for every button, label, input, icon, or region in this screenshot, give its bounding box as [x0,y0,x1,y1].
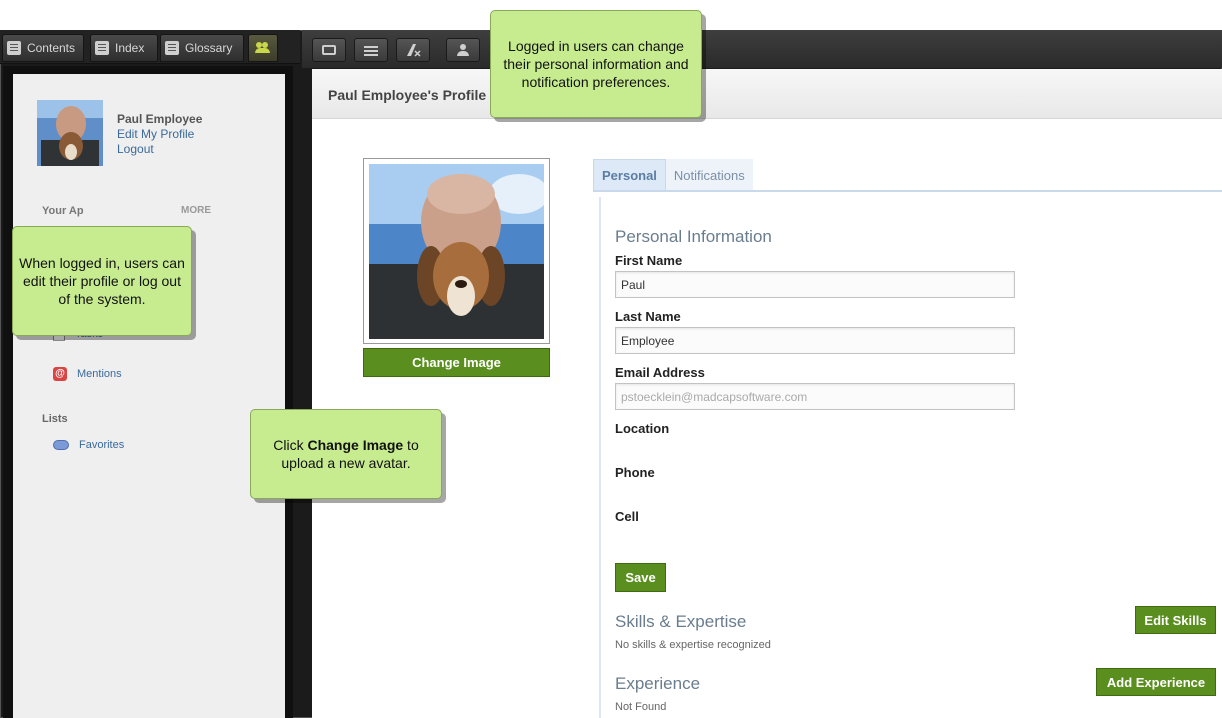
save-button[interactable]: Save [615,563,666,592]
page-title: Paul Employee's Profile [328,87,487,103]
last-name-label: Last Name [615,309,681,324]
tab-index-label: Index [115,41,145,55]
user-icon [457,44,469,56]
sidebar-panel: Paul Employee Edit My Profile Logout You… [13,74,285,718]
personal-info-heading: Personal Information [615,227,772,246]
change-image-button[interactable]: Change Image [363,348,550,377]
experience-empty-text: Not Found [615,701,667,713]
toolbar [302,30,1222,68]
tab-glossary-label: Glossary [185,41,233,55]
edit-skills-button[interactable]: Edit Skills [1135,606,1216,634]
tab-divider [593,190,1222,192]
add-experience-button[interactable]: Add Experience [1096,668,1216,696]
location-label: Location [615,421,670,436]
more-link[interactable]: MORE [181,205,211,216]
callout-bottom-bold: Change Image [307,437,404,453]
print-icon [322,45,336,55]
tab-notifications[interactable]: Notifications [665,159,753,191]
tab-community[interactable] [248,34,278,62]
avatar-image [37,100,103,166]
callout-bottom-prefix: Click [273,437,308,453]
first-name-field[interactable] [615,271,1015,298]
clear-highlight-button[interactable] [396,38,430,62]
profile-photo [369,164,544,339]
list-button[interactable] [354,38,388,62]
tab-glossary[interactable]: Glossary [160,34,244,62]
sidebar-item-label: Mentions [77,368,122,380]
skills-empty-text: No skills & expertise recognized [615,639,771,651]
user-name: Paul Employee [117,112,203,126]
index-icon [95,41,109,55]
logout-link[interactable]: Logout [117,142,154,156]
community-icon [255,42,271,54]
tab-index[interactable]: Index [90,34,158,62]
apps-heading: Your Ap [42,205,84,217]
callout-top-text: Logged in users can change their persona… [503,38,689,90]
user-profile-button[interactable] [446,38,480,62]
experience-heading: Experience [615,674,701,693]
edit-profile-link[interactable]: Edit My Profile [117,127,194,141]
tab-personal[interactable]: Personal [593,159,666,191]
last-name-field[interactable] [615,327,1015,354]
profile-photo-image [369,164,544,339]
profile-tabs: Personal Notifications [593,159,753,191]
clear-highlight-icon [407,44,421,57]
callout-left-text: When logged in, users can edit their pro… [19,255,185,307]
favorites-icon [53,440,69,450]
email-field[interactable] [615,383,1015,410]
first-name-label: First Name [615,253,683,268]
cell-label: Cell [615,509,639,524]
navigation-tab-bar: Contents Index Glossary [0,30,300,64]
callout-bottom-text: Click Change Image to upload a new avata… [257,436,435,472]
callout-profile-links: When logged in, users can edit their pro… [12,162,192,336]
callout-change-image: Click Change Image to upload a new avata… [250,371,442,499]
phone-label: Phone [615,465,655,480]
mentions-icon: @ [53,367,67,381]
sidebar-item-favorites[interactable]: Favorites [53,439,124,451]
list-icon [364,45,378,55]
skills-heading: Skills & Expertise [615,612,747,631]
sidebar-item-mentions[interactable]: @ Mentions [53,367,122,381]
email-label: Email Address [615,365,705,380]
profile-page: Paul Employee's Profile Change Image Per… [312,69,1222,718]
sidebar: Paul Employee Edit My Profile Logout You… [3,66,293,718]
lists-heading: Lists [42,413,68,425]
contents-icon [7,41,21,55]
title-bar: Paul Employee's Profile [312,69,1222,119]
callout-profile-tabs: Logged in users can change their persona… [490,10,702,161]
tab-contents[interactable]: Contents [2,34,84,62]
profile-photo-frame [363,158,550,344]
glossary-icon [165,41,179,55]
tab-contents-label: Contents [26,41,75,55]
sidebar-avatar[interactable] [37,100,103,166]
print-button[interactable] [312,38,346,62]
sidebar-item-label: Favorites [79,439,125,451]
